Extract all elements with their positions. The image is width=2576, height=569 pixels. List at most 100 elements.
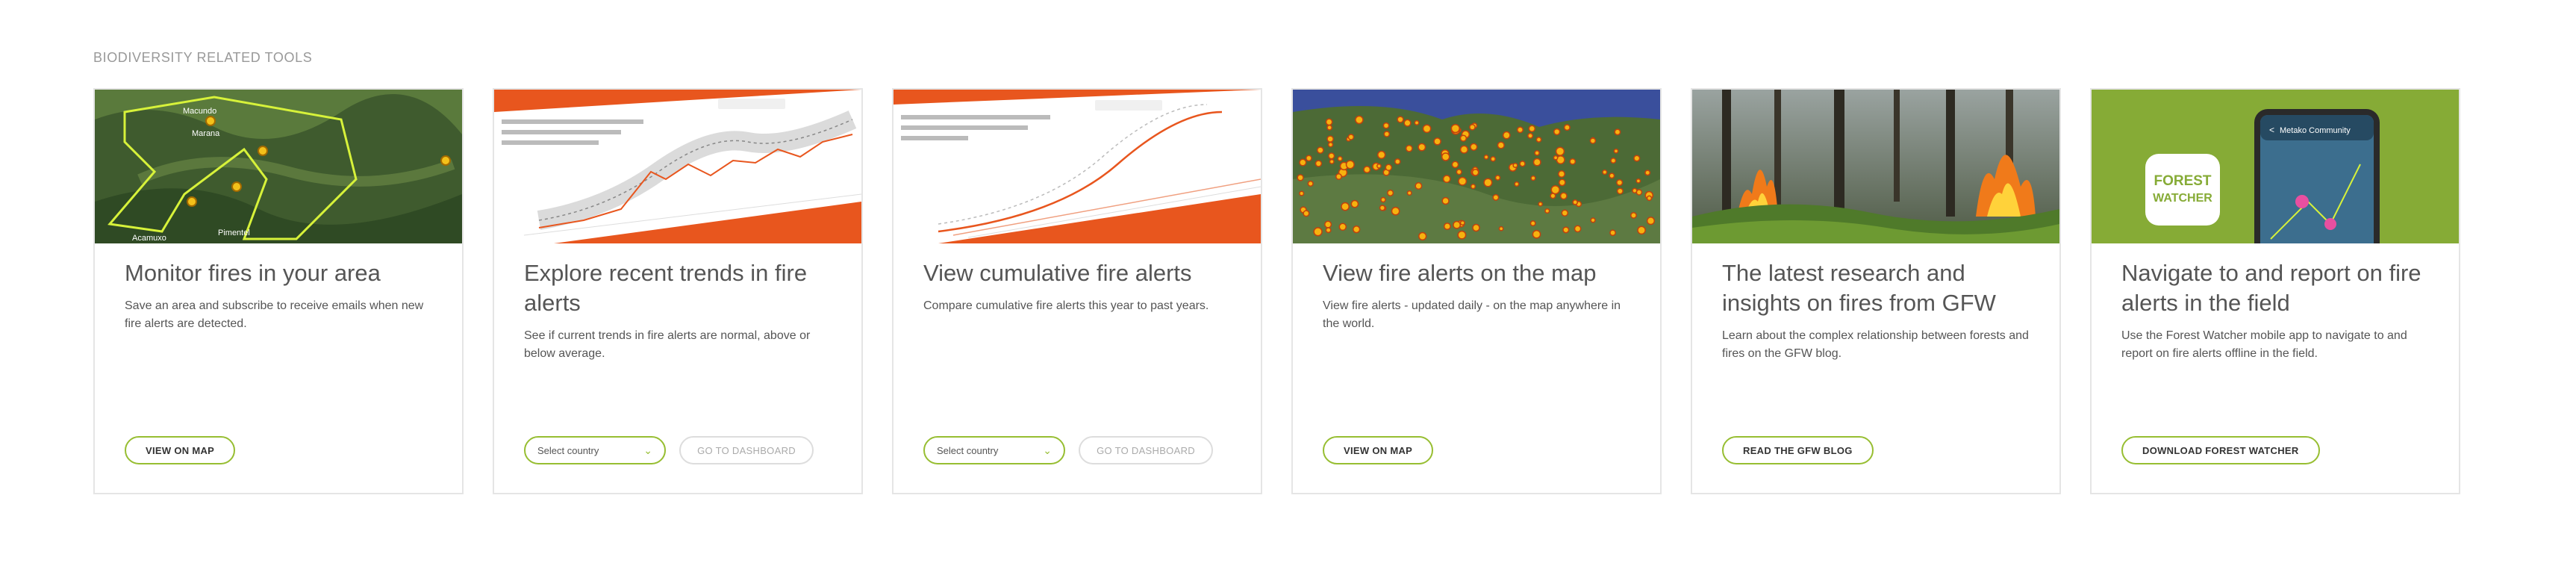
fire-alert-dot [1433, 137, 1441, 146]
fire-alert-dot [1458, 176, 1468, 186]
fire-alert-dot [1341, 202, 1350, 211]
fire-alert-dot [1345, 160, 1355, 170]
view-on-map-button[interactable]: VIEW ON MAP [125, 436, 236, 464]
card-title: Explore recent trends in fire alerts [524, 260, 808, 316]
fire-alert-dot [1609, 172, 1615, 179]
fire-alert-dot [1519, 161, 1526, 167]
fire-alert-dot [1326, 135, 1334, 143]
forest-watcher-logo: WATCHER [2153, 192, 2212, 205]
card-title: Monitor fires in your area [125, 260, 381, 286]
card-fire-alerts-map: View fire alerts on the map View fire al… [1291, 88, 1662, 494]
fire-alert-dot [1326, 125, 1332, 131]
fire-alert-dot [1632, 187, 1638, 193]
fire-alert-dot [1338, 223, 1347, 231]
fire-alert-dot [1512, 162, 1518, 169]
fire-alert-dot [1616, 187, 1624, 195]
fire-alert-dot [1418, 143, 1426, 152]
go-to-dashboard-button[interactable]: GO TO DASHBOARD [679, 436, 814, 464]
fire-alert-dot [1528, 125, 1536, 133]
fire-alert-dot [1350, 199, 1359, 208]
fire-alert-dot [1459, 145, 1468, 154]
card-title: View fire alerts on the map [1323, 260, 1597, 286]
fire-alert-dot [1609, 229, 1616, 237]
fire-alert-dot [1456, 169, 1462, 175]
card-image-cumulative-chart [894, 90, 1261, 243]
fire-alert-dot [1574, 225, 1582, 233]
fire-alert-dot [1616, 178, 1624, 187]
fire-alert-dot [1297, 174, 1304, 181]
chevron-down-icon: ⌄ [643, 444, 652, 456]
fire-alert-dot [1337, 155, 1343, 162]
fire-alert-dot [1306, 155, 1312, 162]
fire-alert-dot [1299, 190, 1305, 196]
fire-alert-dot [1613, 148, 1619, 154]
fire-alert-dot [1590, 217, 1596, 223]
card-image-forest-fire [1692, 90, 2059, 243]
fire-alert-dot [1422, 124, 1432, 134]
fire-alert-dot [1550, 184, 1560, 195]
fire-alert-dot [1483, 178, 1493, 187]
fire-alert-dot [1610, 158, 1617, 164]
fire-alert-dot [1517, 126, 1524, 134]
country-select-value: Select country [937, 444, 999, 456]
card-image-area-map: Macundo Marana Pimentel Acamuxo [95, 90, 462, 243]
country-select[interactable]: Select country ⌄ [923, 436, 1065, 464]
fire-alert-dot [1383, 131, 1391, 137]
fire-alert-dot [1459, 134, 1468, 142]
fire-alert-dot [1457, 230, 1467, 240]
read-gfw-blog-button[interactable]: READ THE GFW BLOG [1722, 436, 1874, 464]
fire-alert-dot [1353, 226, 1361, 234]
fire-alert-dot [1483, 155, 1489, 160]
fire-alert-dot [1530, 175, 1536, 181]
country-select[interactable]: Select country ⌄ [524, 436, 666, 464]
map-label: Acamuxo [132, 234, 166, 243]
fire-alert-dot [1459, 220, 1465, 226]
chevron-down-icon: ⌄ [1043, 444, 1052, 456]
fire-alert-dot [1555, 146, 1565, 156]
card-description: View fire alerts - updated daily - on th… [1323, 299, 1621, 330]
fire-alert-dot [1602, 170, 1608, 175]
fire-alert-dot [1397, 116, 1404, 123]
fire-alert-dot [1572, 199, 1579, 205]
fire-alert-dot [1347, 134, 1355, 140]
card-description: Learn about the complex relationship bet… [1722, 329, 2029, 360]
fire-alert-dot [1387, 189, 1394, 196]
fire-alert-dot [1324, 220, 1332, 228]
fire-alert-dot [1532, 229, 1541, 239]
fire-alert-dot [1307, 180, 1314, 187]
fire-alert-dot [1559, 192, 1568, 200]
fire-alert-dot [1442, 175, 1451, 183]
fire-alert-dot [1363, 166, 1371, 174]
fire-alert-dot [1553, 155, 1559, 161]
card-explore-trends: Explore recent trends in fire alerts See… [493, 88, 863, 494]
fire-alert-dot [1553, 128, 1561, 136]
fire-alert-dot [1561, 209, 1569, 217]
card-description: See if current trends in fire alerts are… [524, 329, 811, 360]
card-gfw-blog: The latest research and insights on fire… [1691, 88, 2061, 494]
card-title: Navigate to and report on fire alerts in… [2121, 260, 2421, 316]
card-description: Use the Forest Watcher mobile app to nav… [2121, 329, 2407, 360]
fire-alert-dot [1328, 152, 1335, 160]
fire-alert-dot [1527, 132, 1534, 139]
fire-alert-dot [1453, 220, 1462, 229]
back-icon: < [2269, 125, 2274, 135]
fire-alert-dot [1394, 158, 1401, 165]
card-forest-watcher: FOREST WATCHER < Metako Community Naviga… [2090, 88, 2460, 494]
fire-alert-dot [1644, 170, 1651, 176]
forest-watcher-logo: FOREST [2154, 173, 2211, 189]
fire-alert-dot [1405, 144, 1413, 152]
fire-alert-dot [1635, 178, 1641, 184]
card-image-trend-chart [494, 90, 861, 243]
fire-alert-dot [1502, 131, 1511, 140]
phone-header: Metako Community [2280, 126, 2351, 135]
fire-alert-dot [1470, 143, 1478, 151]
view-on-map-button[interactable]: VIEW ON MAP [1323, 436, 1434, 464]
fire-alert-dot [1335, 173, 1342, 180]
map-label: Pimentel [218, 228, 250, 237]
fire-alert-dot [1646, 217, 1656, 226]
go-to-dashboard-button[interactable]: GO TO DASHBOARD [1079, 436, 1213, 464]
fire-alert-dot [1451, 161, 1459, 169]
download-forest-watcher-button[interactable]: DOWNLOAD FOREST WATCHER [2121, 436, 2320, 464]
fire-alert-dot [1494, 175, 1501, 181]
fire-alert-dot [1299, 158, 1307, 167]
